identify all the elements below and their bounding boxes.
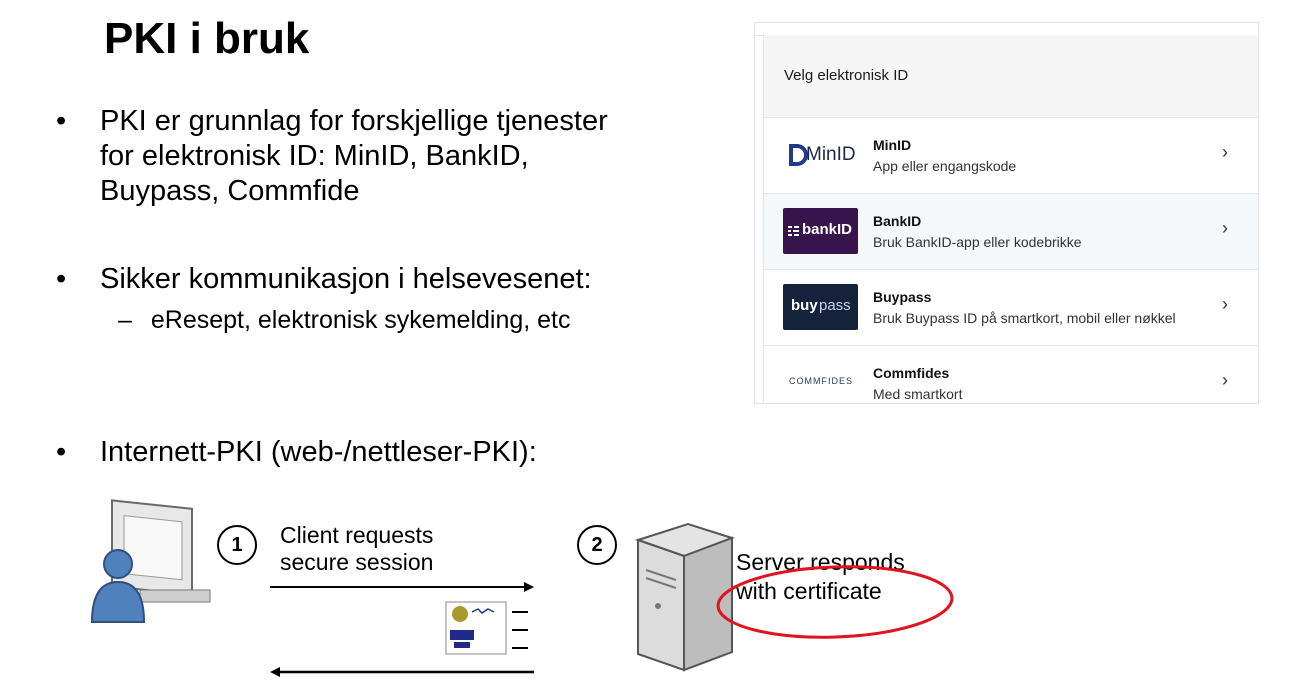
chevron-right-icon: ›: [1222, 370, 1228, 390]
option-name: Commfides: [873, 365, 950, 381]
panel-header: Velg elektronisk ID: [763, 35, 1258, 118]
minid-logo: MinID: [783, 132, 858, 178]
bullet-symbol: •: [56, 263, 67, 295]
bankid-mark-icon: [788, 226, 799, 236]
response-arrow-icon: [270, 667, 534, 677]
option-desc: Bruk BankID-app eller kodebrikke: [873, 234, 1082, 250]
bullet-1-line-2: for elektronisk ID: MinID, BankID,: [100, 140, 529, 172]
commfides-logo: COMMFIDES: [783, 360, 858, 403]
client-computer-icon: [90, 499, 211, 623]
page-title: PKI i bruk: [104, 14, 310, 63]
step-1-number: 1: [217, 525, 257, 565]
sub-bullet-text: eResept, elektronisk sykemelding, etc: [150, 306, 571, 334]
bullet-1-line-3: Buypass, Commfide: [100, 175, 360, 207]
buypass-logo-text-light: pass: [819, 297, 851, 314]
step-2-number: 2: [577, 525, 617, 565]
eid-option-bankid[interactable]: bankID BankID Bruk BankID-app eller kode…: [763, 194, 1258, 270]
step-1-label-line-2: secure session: [280, 549, 434, 575]
eid-option-commfides[interactable]: COMMFIDES Commfides Med smartkort ›: [763, 346, 1258, 403]
option-name: MinID: [873, 137, 912, 153]
sub-bullet-dash: –: [118, 306, 132, 334]
bankid-logo-text: bankID: [802, 221, 853, 238]
bankid-logo: bankID: [783, 208, 858, 254]
bullet-2-line-1: Sikker kommunikasjon i helsevesenet:: [100, 263, 592, 295]
certificate-icon: [445, 601, 528, 655]
chevron-right-icon: ›: [1222, 142, 1228, 162]
bullet-3-line-1: Internett-PKI (web-/nettleser-PKI):: [100, 436, 537, 468]
option-desc: Bruk Buypass ID på smartkort, mobil elle…: [873, 310, 1176, 326]
buypass-logo: buy pass: [783, 284, 858, 330]
bullet-symbol: •: [56, 105, 67, 137]
option-desc: App eller engangskode: [873, 158, 1017, 174]
option-name: BankID: [873, 213, 922, 229]
chevron-right-icon: ›: [1222, 218, 1228, 238]
eid-option-minid[interactable]: MinID MinID App eller engangskode ›: [763, 118, 1258, 194]
option-desc: Med smartkort: [873, 386, 963, 402]
bullet-1-line-1: PKI er grunnlag for forskjellige tjenest…: [100, 105, 608, 137]
sub-bullet: – eResept, elektronisk sykemelding, etc: [118, 306, 571, 335]
panel-header-text: Velg elektronisk ID: [784, 67, 909, 84]
buypass-logo-text-bold: buy: [791, 297, 818, 314]
chevron-right-icon: ›: [1222, 294, 1228, 314]
eid-selection-panel: Velg elektronisk ID MinID MinID App elle…: [754, 22, 1259, 404]
request-arrow-icon: [270, 582, 534, 592]
commfides-logo-text: COMMFIDES: [789, 376, 853, 386]
bullet-symbol: •: [56, 436, 67, 468]
step-1-label-line-1: Client requests: [280, 522, 434, 548]
highlight-ellipse: [716, 565, 954, 639]
option-name: Buypass: [873, 289, 932, 305]
minid-logo-text: MinID: [806, 144, 856, 165]
eid-option-buypass[interactable]: buy pass Buypass Bruk Buypass ID på smar…: [763, 270, 1258, 346]
